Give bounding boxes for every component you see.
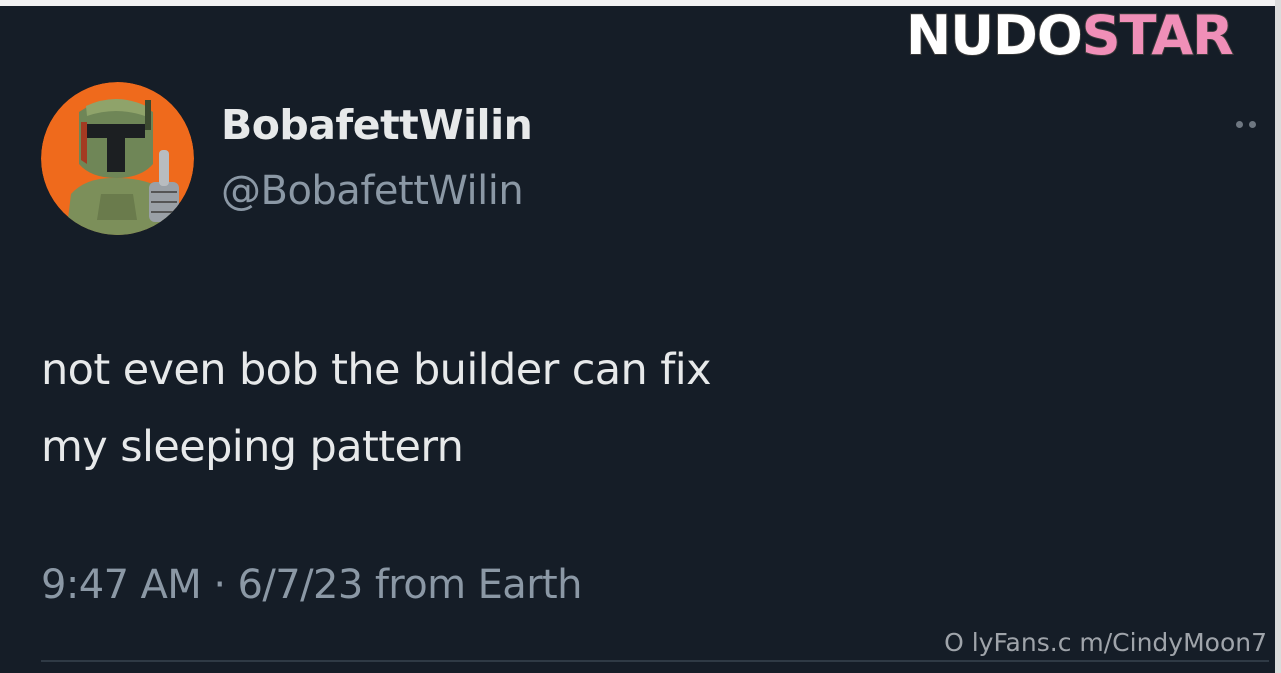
divider [41,660,1269,662]
avatar[interactable] [41,82,194,235]
tweet-card: BobafettWilin @BobafettWilin not even bo… [0,6,1275,673]
watermark-logo: NUDOSTAR [905,3,1235,68]
tweet-timestamp[interactable]: 9:47 AM · 6/7/23 from Earth [41,562,582,608]
dot [1236,120,1243,128]
image-right-edge [1275,0,1281,673]
more-dots-icon[interactable] [1236,116,1270,132]
tweet-text-line: my sleeping pattern [41,422,464,472]
tweet-text-line: not even bob the builder can fix [41,345,712,395]
watermark-logo-part: NUDO [905,3,1084,68]
dot [1249,120,1256,128]
display-name[interactable]: BobafettWilin [221,101,533,149]
watermark-logo-part: STAR [1081,3,1235,68]
boba-fett-avatar-icon [41,82,194,235]
tweet-text: not even bob the builder can fix my slee… [41,332,941,486]
watermark-url: O lyFans.c m/CindyMoon7 [944,628,1267,657]
user-handle[interactable]: @BobafettWilin [221,168,524,214]
